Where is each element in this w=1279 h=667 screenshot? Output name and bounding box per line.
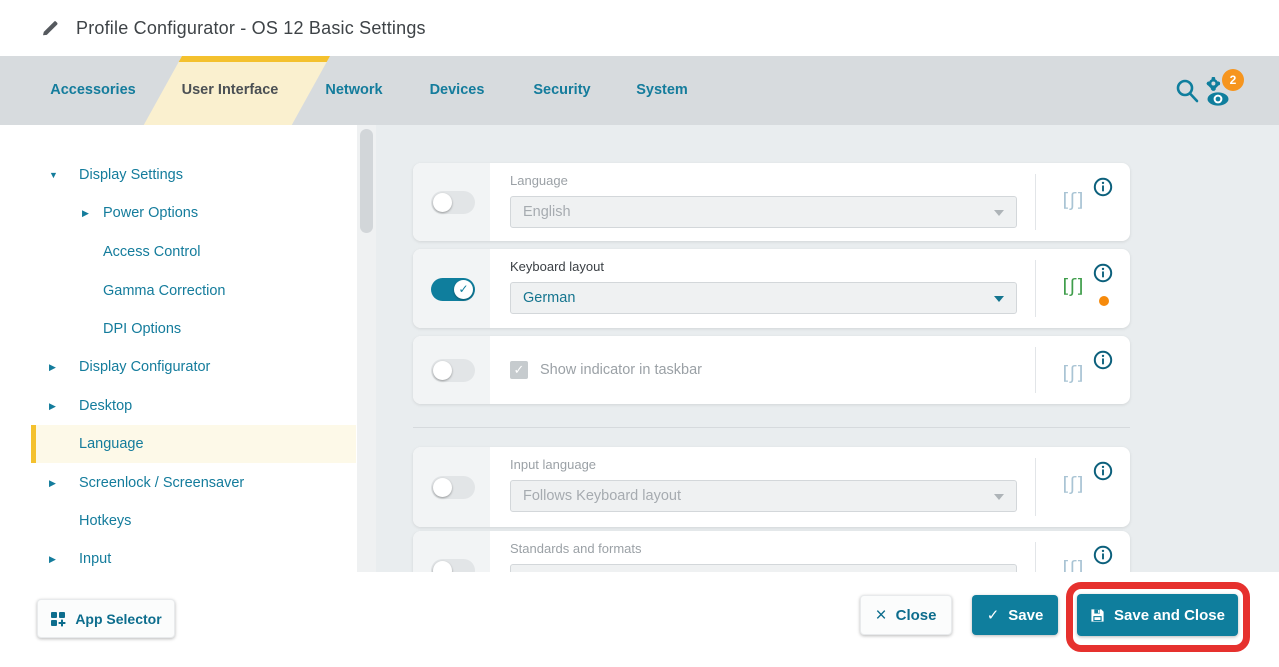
tree-item-gamma-correction[interactable]: Gamma Correction [31,272,356,310]
tree-item-screenlock-screensaver[interactable]: Screenlock / Screensaver [31,464,356,502]
parameter-bracket-icon[interactable] [1053,275,1093,297]
chevron-down-icon [994,296,1004,302]
parameter-bracket-icon[interactable] [1053,557,1093,572]
chevron-down-icon [994,210,1004,216]
tree-item-access-control[interactable]: Access Control [31,233,356,271]
section-divider [413,427,1130,428]
setting-row-keyboard-layout: Keyboard layout German [413,249,1130,328]
save-floppy-icon [1090,608,1105,623]
save-and-close-button[interactable]: Save and Close [1077,594,1238,636]
setting-row-input-language: Input language Follows Keyboard layout [413,447,1130,527]
tab-system[interactable]: System [632,56,692,125]
collapse-arrow-icon[interactable] [49,554,56,565]
tree-scrollbar[interactable] [357,125,376,572]
input-language-select[interactable]: Follows Keyboard layout [510,480,1017,512]
toggle-cell [413,163,490,241]
search-icon[interactable] [1174,76,1202,113]
app-grid-icon [50,611,66,627]
parameter-bracket-icon[interactable] [1053,189,1093,211]
standards-formats-enable-toggle[interactable] [431,559,475,572]
standards-formats-select[interactable] [510,564,1017,572]
pencil-icon [40,18,60,38]
setting-row-language: Language English [413,163,1130,241]
separator [1035,174,1036,230]
toggle-cell [413,447,490,527]
setting-label: Keyboard layout [510,259,604,274]
save-button[interactable]: ✓ Save [972,595,1058,635]
tree-item-dpi-options[interactable]: DPI Options [31,310,356,348]
footer-bar: App Selector × Close ✓ Save Save and Clo… [0,572,1279,667]
setting-row-standards-formats: Standards and formats [413,531,1130,572]
separator [1035,542,1036,572]
collapse-arrow-icon[interactable] [82,208,89,219]
tree-item-display-settings[interactable]: Display Settings [31,156,356,194]
collapse-arrow-icon[interactable] [49,478,56,489]
info-icon[interactable] [1093,263,1113,283]
tab-user-interface[interactable]: User Interface [175,56,285,125]
collapse-arrow-icon[interactable] [49,401,56,412]
tree-item-display-configurator[interactable]: Display Configurator [31,348,356,386]
separator [1035,458,1036,516]
setting-label: Input language [510,457,596,472]
chevron-down-icon [994,494,1004,500]
parameter-bracket-icon[interactable] [1053,473,1093,495]
separator [1035,260,1036,317]
app-selector-button[interactable]: App Selector [37,599,175,638]
check-icon: ✓ [987,608,1000,623]
changed-indicator-dot [1099,296,1109,306]
setting-label: Language [510,173,568,188]
tree-item-desktop[interactable]: Desktop [31,387,356,425]
tree-item-power-options[interactable]: Power Options [31,194,356,232]
close-button[interactable]: × Close [860,595,952,635]
page-title: Profile Configurator - OS 12 Basic Setti… [76,18,426,39]
language-select[interactable]: English [510,196,1017,228]
scrollbar-thumb[interactable] [360,129,373,233]
tree-item-language[interactable]: Language [31,425,356,463]
window-header: Profile Configurator - OS 12 Basic Setti… [0,0,1279,56]
show-indicator-checkbox[interactable] [510,361,528,379]
tab-bar: Accessories User Interface Network Devic… [0,56,1279,125]
settings-tree: Display Settings Power Options Access Co… [0,125,356,572]
separator [1035,347,1036,393]
parameter-bracket-icon[interactable] [1053,362,1093,384]
toggle-cell [413,336,490,404]
info-icon[interactable] [1093,350,1113,370]
language-enable-toggle[interactable] [431,191,475,214]
info-icon[interactable] [1093,177,1113,197]
setting-label: Standards and formats [510,541,642,556]
tree-item-hotkeys[interactable]: Hotkeys [31,502,356,540]
show-indicator-enable-toggle[interactable] [431,359,475,382]
keyboard-layout-enable-toggle[interactable] [431,278,475,301]
expand-arrow-icon[interactable] [49,170,58,180]
collapse-arrow-icon[interactable] [49,362,56,373]
info-icon[interactable] [1093,461,1113,481]
close-x-icon: × [876,606,887,625]
tab-network[interactable]: Network [324,56,384,125]
info-icon[interactable] [1093,545,1113,565]
tab-accessories[interactable]: Accessories [43,56,143,125]
tab-devices[interactable]: Devices [427,56,487,125]
changes-count-badge[interactable]: 2 [1222,69,1244,91]
input-language-enable-toggle[interactable] [431,476,475,499]
settings-panel: Language English Keyboard layout [376,125,1279,572]
keyboard-layout-select[interactable]: German [510,282,1017,314]
profile-configurator-window: Profile Configurator - OS 12 Basic Setti… [0,0,1279,667]
setting-row-show-indicator: Show indicator in taskbar [413,336,1130,404]
tab-security[interactable]: Security [532,56,592,125]
toggle-cell [413,249,490,328]
toggle-cell [413,531,490,572]
setting-label: Show indicator in taskbar [540,361,702,379]
